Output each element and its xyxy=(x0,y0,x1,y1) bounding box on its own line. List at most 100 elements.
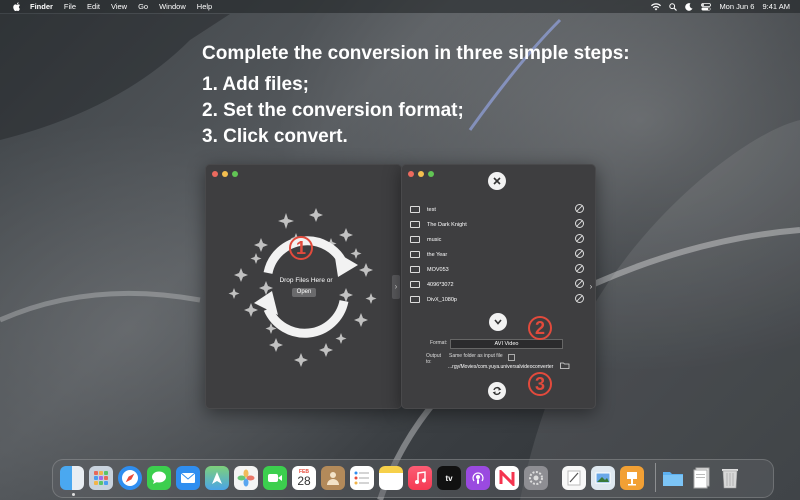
open-button[interactable]: Open xyxy=(292,288,316,297)
remove-file-icon[interactable] xyxy=(575,249,584,258)
menubar-date[interactable]: Mon Jun 6 xyxy=(719,2,754,11)
output-path: ...rgy/Movies/com.yuya.universalvideocon… xyxy=(448,364,554,370)
toggle-options-button[interactable] xyxy=(489,313,507,331)
chevron-right-icon: › xyxy=(589,282,593,291)
folder-open-icon[interactable] xyxy=(560,362,570,369)
menu-window[interactable]: Window xyxy=(159,2,186,11)
system-preferences-icon[interactable] xyxy=(524,466,548,490)
list-item[interactable]: music xyxy=(410,232,588,247)
apple-tv-icon[interactable]: tv xyxy=(437,466,461,490)
file-name: test xyxy=(427,206,436,213)
news-n-icon xyxy=(499,470,515,486)
facetime-icon[interactable] xyxy=(263,466,287,490)
envelope-icon xyxy=(180,472,196,483)
person-icon xyxy=(327,472,339,485)
window-controls xyxy=(408,171,434,177)
close-window-button[interactable] xyxy=(408,171,414,177)
folder-icon[interactable] xyxy=(661,466,685,490)
podcasts-icon[interactable] xyxy=(466,466,490,490)
maps-icon[interactable] xyxy=(205,466,229,490)
contacts-icon[interactable] xyxy=(321,466,345,490)
finder-icon[interactable] xyxy=(60,466,84,490)
flower-icon xyxy=(237,469,255,487)
focus-moon-icon[interactable] xyxy=(685,2,693,11)
remove-file-icon[interactable] xyxy=(575,219,584,228)
remove-file-icon[interactable] xyxy=(575,279,584,288)
pen-document-icon xyxy=(567,470,581,486)
remove-file-icon[interactable] xyxy=(575,264,584,273)
grid-icon xyxy=(94,471,108,485)
file-name: The Dark Knight xyxy=(427,221,467,228)
zoom-window-button[interactable] xyxy=(428,171,434,177)
headline: Complete the conversion in three simple … xyxy=(202,43,630,64)
list-item[interactable]: DivX_1080p xyxy=(410,292,588,307)
list-item[interactable]: the Year xyxy=(410,247,588,262)
same-folder-checkbox[interactable] xyxy=(508,354,515,361)
close-window-button[interactable] xyxy=(212,171,218,177)
output-label: Output to: xyxy=(426,353,442,365)
textedit-icon[interactable] xyxy=(562,466,586,490)
film-icon xyxy=(410,236,420,243)
file-name: the Year xyxy=(427,251,448,258)
film-icon xyxy=(410,266,420,273)
menu-go[interactable]: Go xyxy=(138,2,148,11)
file-name: DivX_1080p xyxy=(427,296,457,303)
calendar-icon[interactable]: FEB 28 xyxy=(292,466,316,490)
launchpad-icon[interactable] xyxy=(89,466,113,490)
menu-help[interactable]: Help xyxy=(197,2,212,11)
list-item[interactable]: MOV053 xyxy=(410,262,588,277)
music-icon[interactable] xyxy=(408,466,432,490)
file-name: MOV053 xyxy=(427,266,449,273)
list-item[interactable]: The Dark Knight xyxy=(410,217,588,232)
film-icon xyxy=(410,251,420,258)
step-1-text: 1. Add files; xyxy=(202,74,309,95)
gear-icon xyxy=(529,471,543,485)
window-controls xyxy=(212,171,238,177)
step-2-text: 2. Set the conversion format; xyxy=(202,100,464,121)
menu-view[interactable]: View xyxy=(111,2,127,11)
chevron-down-icon xyxy=(494,319,502,325)
search-icon[interactable] xyxy=(669,2,678,11)
documents-icon[interactable] xyxy=(690,466,714,490)
music-note-icon xyxy=(415,471,426,484)
menu-file[interactable]: File xyxy=(64,2,76,11)
keynote-icon[interactable] xyxy=(620,466,644,490)
podcast-icon xyxy=(472,472,484,484)
safari-icon[interactable] xyxy=(118,466,142,490)
step-badge-3: 3 xyxy=(528,372,552,396)
remove-file-icon[interactable] xyxy=(575,234,584,243)
messages-icon[interactable] xyxy=(147,466,171,490)
control-center-icon[interactable] xyxy=(701,2,712,11)
notes-icon[interactable] xyxy=(379,466,403,490)
menu-app-name[interactable]: Finder xyxy=(30,2,53,11)
zoom-window-button[interactable] xyxy=(232,171,238,177)
step-3-text: 3. Click convert. xyxy=(202,126,348,147)
mail-icon[interactable] xyxy=(176,466,200,490)
collapse-panel-button[interactable]: › xyxy=(587,275,595,299)
podium-icon xyxy=(627,472,637,486)
photos-icon[interactable] xyxy=(234,466,258,490)
news-icon[interactable] xyxy=(495,466,519,490)
menubar-time[interactable]: 9:41 AM xyxy=(762,2,790,11)
format-select[interactable]: AVI Video xyxy=(450,339,563,349)
remove-file-icon[interactable] xyxy=(575,204,584,213)
convert-button[interactable] xyxy=(488,382,506,400)
photo-viewer-icon xyxy=(595,472,611,484)
chat-bubble-icon xyxy=(152,471,166,484)
reminders-icon[interactable] xyxy=(350,466,374,490)
minimize-window-button[interactable] xyxy=(418,171,424,177)
menu-edit[interactable]: Edit xyxy=(87,2,100,11)
apple-menu-icon[interactable] xyxy=(13,2,21,11)
drop-files-label: Drop Files Here or xyxy=(279,277,333,284)
trash-icon[interactable] xyxy=(718,466,742,490)
minimize-window-button[interactable] xyxy=(222,171,228,177)
list-item[interactable]: test xyxy=(410,202,588,217)
clear-list-button[interactable] xyxy=(488,172,506,190)
list-item[interactable]: 4096*3072 xyxy=(410,277,588,292)
menu-bar: Finder File Edit View Go Window Help Mon… xyxy=(0,0,800,13)
expand-panel-button[interactable]: › xyxy=(392,275,400,299)
remove-file-icon[interactable] xyxy=(575,294,584,303)
preview-icon[interactable] xyxy=(591,466,615,490)
film-icon xyxy=(410,281,420,288)
wifi-icon[interactable] xyxy=(651,2,662,11)
